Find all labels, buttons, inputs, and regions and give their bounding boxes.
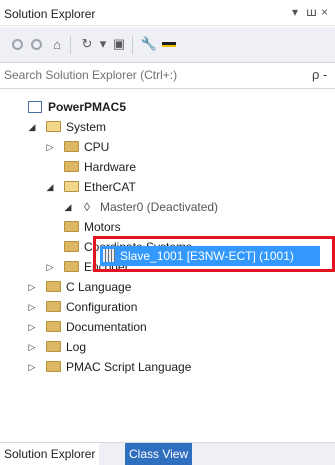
collapse-all-icon[interactable]: ▣ [110, 35, 128, 53]
tree-label: Hardware [84, 160, 137, 174]
collapsed-arrow-icon[interactable]: ▷ [27, 277, 37, 297]
project-icon [28, 101, 42, 113]
folder-icon [64, 141, 79, 152]
folder-icon [64, 241, 79, 252]
folder-open-icon [46, 121, 61, 132]
collapsed-arrow-icon[interactable]: ▷ [27, 297, 37, 317]
toolbar-separator [132, 36, 133, 54]
folder-icon [64, 261, 79, 272]
close-icon[interactable]: × [321, 5, 328, 19]
dropdown-icon[interactable]: ▾ [292, 5, 298, 19]
tree-label: C Language [66, 280, 132, 294]
folder-icon [46, 361, 61, 372]
tree-label: Documentation [66, 320, 147, 334]
search-bar: ρ - [0, 63, 335, 89]
expanded-arrow-icon[interactable]: ◢ [27, 117, 37, 137]
tree-label: CPU [84, 140, 110, 154]
collapsed-arrow-icon[interactable]: ▷ [27, 337, 37, 357]
tree-label: EtherCAT [84, 180, 136, 194]
tree-label: Master0 (Deactivated) [100, 200, 219, 214]
back-icon[interactable] [8, 35, 26, 53]
forward-icon[interactable] [27, 35, 45, 53]
folder-open-icon [64, 181, 79, 192]
toolbar-separator [70, 36, 71, 54]
collapsed-arrow-icon[interactable]: ▷ [45, 137, 55, 157]
master-icon: ◊ [84, 200, 90, 214]
tab-solution-explorer[interactable]: Solution Explorer [0, 443, 100, 465]
collapsed-arrow-icon[interactable]: ▷ [27, 357, 37, 377]
expanded-arrow-icon[interactable]: ◢ [45, 177, 55, 197]
tab-bar: Solution Explorer Class View [0, 442, 335, 465]
expanded-arrow-icon[interactable]: ◢ [63, 197, 73, 217]
tree-label: PMAC Script Language [66, 360, 192, 374]
tree-label: Log [66, 340, 87, 354]
home-icon[interactable]: ⌂ [48, 35, 66, 53]
tree-label: Configuration [66, 300, 138, 314]
folder-icon [46, 341, 61, 352]
collapsed-arrow-icon[interactable]: ▷ [45, 257, 55, 277]
tree-label: PowerPMAC5 [48, 100, 127, 114]
tree-label: System [66, 120, 107, 134]
folder-icon [46, 301, 61, 312]
preview-icon[interactable] [160, 35, 178, 53]
title-bar: Solution Explorer ▾ ꟺ × [0, 0, 335, 26]
highlight-annotation [93, 236, 335, 272]
collapsed-arrow-icon[interactable]: ▷ [27, 317, 37, 337]
tab-class-view[interactable]: Class View [125, 443, 193, 465]
folder-icon [64, 161, 79, 172]
folder-icon [46, 281, 61, 292]
search-input[interactable] [0, 63, 308, 87]
pin-icon[interactable]: ꟺ [306, 5, 317, 19]
properties-icon[interactable]: 🔧 [140, 35, 158, 53]
search-icon[interactable]: ρ - [312, 67, 327, 82]
window-title: Solution Explorer [4, 7, 96, 21]
folder-icon [64, 221, 79, 232]
toolbar: ⌂ ↻ ▾ ▣ 🔧 [0, 27, 335, 63]
tree-label: Motors [84, 220, 121, 234]
folder-icon [46, 321, 61, 332]
